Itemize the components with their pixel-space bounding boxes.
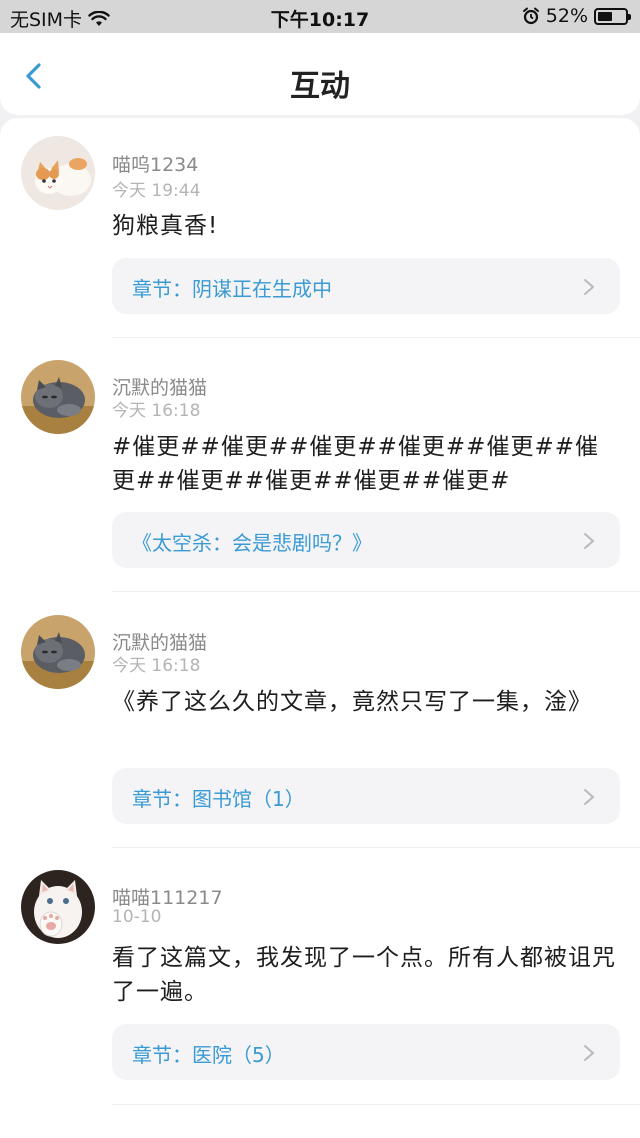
page-title: 互动 — [290, 69, 350, 104]
chapter-label: 章节：图书馆（1） — [132, 787, 305, 811]
comment-feed: 喵呜1234 今天 19:44 狗粮真香! 章节：阴谋正在生成中 沉默的猫猫 今… — [0, 118, 640, 1138]
comment-text: 狗粮真香! — [112, 213, 219, 239]
nav-bar: 互动 — [0, 33, 640, 115]
comment-time: 今天 16:18 — [112, 401, 201, 421]
chevron-right-icon — [584, 533, 594, 549]
avatar[interactable] — [21, 360, 95, 434]
chevron-right-icon — [584, 789, 594, 805]
divider — [112, 591, 640, 592]
comment-text: 看了这篇文，我发现了一个点。所有人都被诅咒了一遍。 — [112, 945, 616, 1005]
battery-percent: 52% — [545, 5, 588, 27]
chapter-link[interactable]: 章节：图书馆（1） — [112, 768, 620, 824]
avatar[interactable] — [21, 870, 95, 944]
user-name[interactable]: 喵呜1234 — [112, 150, 198, 177]
chevron-right-icon — [584, 279, 594, 295]
chevron-right-icon — [584, 1045, 594, 1061]
comment-item: 沉默的猫猫 今天 16:18 《养了这么久的文章，竟然只写了一集，淦》 章节：图… — [0, 593, 640, 848]
divider — [112, 1104, 640, 1105]
comment-time: 今天 19:44 — [112, 181, 201, 201]
comment-item: 喵呜1234 今天 19:44 狗粮真香! 章节：阴谋正在生成中 — [0, 118, 640, 358]
cat-avatar-grey — [21, 615, 95, 689]
user-name[interactable]: 喵喵111217 — [112, 883, 223, 910]
comment-item: 喵喵111217 10-10 看了这篇文，我发现了一个点。所有人都被诅咒了一遍。… — [0, 848, 640, 1108]
chapter-link[interactable]: 章节：阴谋正在生成中 — [112, 258, 620, 314]
alarm-icon — [522, 7, 539, 25]
chapter-label: 《太空杀：会是悲剧吗？》 — [132, 531, 372, 555]
chapter-label: 章节：医院（5） — [132, 1043, 285, 1067]
cat-avatar-grey — [21, 360, 95, 434]
chapter-link[interactable]: 《太空杀：会是悲剧吗？》 — [112, 512, 620, 568]
cat-avatar-orange-white — [21, 136, 95, 210]
cat-avatar-white-paw — [21, 870, 95, 944]
avatar[interactable] — [21, 615, 95, 689]
comment-text: 《养了这么久的文章，竟然只写了一集，淦》 — [112, 689, 592, 715]
battery-icon — [594, 7, 631, 25]
comment-time: 10-10 — [112, 907, 162, 927]
chapter-label: 章节：阴谋正在生成中 — [132, 277, 332, 301]
comment-text: #催更##催更##催更##催更##催更##催更##催更##催更##催更##催更# — [112, 434, 599, 494]
chapter-link[interactable]: 章节：医院（5） — [112, 1024, 620, 1080]
status-right: 52% — [522, 5, 631, 27]
battery-level — [598, 11, 612, 21]
avatar[interactable] — [21, 136, 95, 210]
comment-item: 沉默的猫猫 今天 16:18 #催更##催更##催更##催更##催更##催更##… — [0, 338, 640, 593]
comment-time: 今天 16:18 — [112, 656, 201, 676]
status-bar: 无SIM卡 下午10:17 52% — [0, 0, 640, 33]
